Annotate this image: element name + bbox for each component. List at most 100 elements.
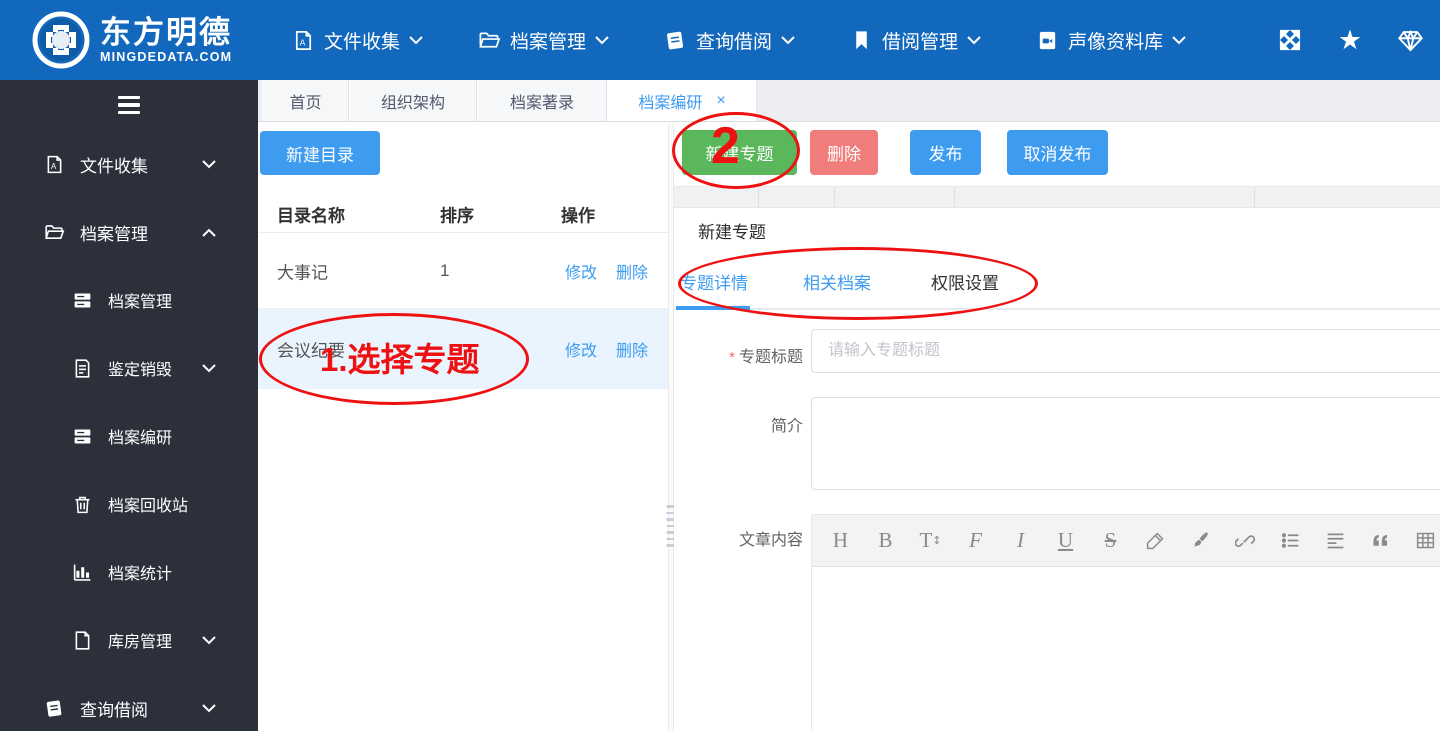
nav-item-label: 档案管理 <box>510 31 587 53</box>
sidebar-item-label: 库房管理 <box>108 634 173 651</box>
sidebar-subitem-archive-compilation[interactable]: 档案编研 <box>0 402 258 470</box>
archive-stack-icon <box>74 429 91 443</box>
sidebar-subitem-archive-management[interactable]: 档案管理 <box>0 266 258 334</box>
tab-permission-settings[interactable]: 权限设置 <box>931 269 999 294</box>
sidebar-subitem-recycle-bin[interactable]: 档案回收站 <box>0 470 258 538</box>
sidebar-subitem-appraisal-destroy[interactable]: 鉴定销毁 <box>0 334 258 402</box>
topic-title-input[interactable] <box>811 329 1440 373</box>
strikethrough-icon[interactable]: S <box>1088 521 1133 561</box>
table-icon[interactable] <box>1403 521 1440 561</box>
chevron-up-icon <box>202 228 216 237</box>
publish-button[interactable]: 发布 <box>910 130 981 175</box>
tab-home[interactable]: 首页 <box>262 80 349 121</box>
intro-label: 简介 <box>770 418 803 435</box>
column-directory-name: 目录名称 <box>277 206 345 225</box>
chevron-down-icon <box>595 35 609 44</box>
bold-icon[interactable]: B <box>863 521 908 561</box>
tab-archive-compilation[interactable]: 档案编研 × <box>607 80 757 121</box>
fullscreen-icon[interactable] <box>1276 26 1304 54</box>
font-family-icon[interactable]: F <box>953 521 998 561</box>
content-label: 文章内容 <box>738 532 803 549</box>
nav-item-archive-management[interactable]: 档案管理 <box>478 27 609 54</box>
chevron-down-icon <box>202 703 216 712</box>
section-title: 新建专题 <box>698 223 766 242</box>
nav-item-av-library[interactable]: 声像资料库 <box>1036 27 1186 54</box>
sidebar-item-label: 档案编研 <box>108 430 173 447</box>
link-icon[interactable] <box>1223 521 1268 561</box>
chevron-down-icon <box>202 159 216 168</box>
top-navbar: 东方明德 MINGDEDATA.COM A 文件收集 档案管理 查询借阅 借阅管… <box>0 0 1440 80</box>
sidebar-subitem-warehouse-management[interactable]: 库房管理 <box>0 606 258 674</box>
tab-topic-details[interactable]: 专题详情 <box>680 269 748 294</box>
table-row-selected[interactable]: 会议纪要 修改 删除 <box>258 309 668 389</box>
sidebar-item-label: 查询借阅 <box>80 700 148 720</box>
close-tab-icon[interactable]: × <box>716 92 725 110</box>
delete-link[interactable]: 删除 <box>616 337 648 361</box>
tab-related-archives[interactable]: 相关档案 <box>803 269 871 294</box>
nav-item-label: 查询借阅 <box>696 31 773 53</box>
create-topic-button[interactable]: 新建专题 <box>682 130 797 175</box>
topic-title-label: * 专题标题 <box>729 349 803 366</box>
sidebar-collapse-toggle[interactable] <box>0 80 258 130</box>
editor-content[interactable] <box>812 567 1440 731</box>
unpublish-button[interactable]: 取消发布 <box>1007 130 1108 175</box>
chevron-down-icon <box>967 35 981 44</box>
nav-item-query-borrow[interactable]: 查询借阅 <box>664 27 795 54</box>
column-operations: 操作 <box>561 206 595 225</box>
sidebar-subitem-archive-statistics[interactable]: 档案统计 <box>0 538 258 606</box>
sidebar-item-archive-management[interactable]: 档案管理 <box>0 198 258 266</box>
sidebar-item-file-collection[interactable]: A 文件收集 <box>0 130 258 198</box>
nav-item-label: 借阅管理 <box>882 31 959 53</box>
bullet-list-icon[interactable] <box>1268 521 1313 561</box>
nav-item-file-collection[interactable]: A 文件收集 <box>292 27 423 54</box>
sidebar: A 文件收集 档案管理 档案管理 鉴定销毁 档案编研 档案回收站 档案统计 库房… <box>0 80 258 731</box>
highlight-pen-icon[interactable] <box>1133 521 1178 561</box>
page-tab-bar: 首页 组织架构 档案著录 档案编研 × <box>258 80 1440 122</box>
document-lines-icon <box>75 358 90 378</box>
brand-logo: 东方明德 MINGDEDATA.COM <box>0 11 258 69</box>
rich-text-editor: H B T ↕ F I U S <box>811 514 1440 731</box>
edit-link[interactable]: 修改 <box>565 259 597 283</box>
sidebar-item-label: 档案管理 <box>80 224 148 244</box>
color-brush-icon[interactable] <box>1178 521 1223 561</box>
required-asterisk: * <box>729 349 735 366</box>
italic-icon[interactable]: I <box>998 521 1043 561</box>
row-name: 大事记 <box>277 263 328 282</box>
intro-textarea[interactable] <box>811 397 1440 490</box>
sidebar-item-label: 档案回收站 <box>108 498 189 515</box>
trash-icon <box>75 496 90 513</box>
nav-item-borrow-management[interactable]: 借阅管理 <box>850 27 981 54</box>
table-row[interactable]: 大事记 1 修改 删除 <box>258 233 668 309</box>
navbar-tools: ★ <box>1276 26 1440 54</box>
catalog-panel: 新建目录 目录名称 排序 操作 大事记 1 修改 删除 会议纪要 修改 删除 <box>258 123 668 731</box>
column-sort: 排序 <box>440 206 474 225</box>
font-size-icon[interactable]: T ↕ <box>908 521 953 561</box>
catalog-table-header: 目录名称 排序 操作 <box>258 195 668 233</box>
blockquote-icon[interactable] <box>1358 521 1403 561</box>
nav-item-label: 声像资料库 <box>1068 31 1164 53</box>
edit-link[interactable]: 修改 <box>565 337 597 361</box>
detail-tabs: 专题详情 相关档案 权限设置 <box>674 251 1440 310</box>
chevron-down-icon <box>781 35 795 44</box>
brand-subtitle: MINGDEDATA.COM <box>100 50 233 64</box>
document-icon: A <box>47 155 62 173</box>
tab-org-structure[interactable]: 组织架构 <box>349 80 477 121</box>
heading-icon[interactable]: H <box>818 521 863 561</box>
folder-icon <box>479 31 501 48</box>
active-tab-underline <box>676 306 750 310</box>
delete-topic-button[interactable]: 删除 <box>810 130 878 175</box>
align-icon[interactable] <box>1313 521 1358 561</box>
gem-icon[interactable] <box>1396 26 1424 54</box>
chevron-down-icon <box>409 35 423 44</box>
star-icon[interactable]: ★ <box>1336 26 1364 54</box>
chevron-down-icon <box>1172 35 1186 44</box>
sidebar-item-label: 文件收集 <box>80 156 148 176</box>
brand-title: 东方明德 <box>100 15 232 50</box>
sidebar-item-query-borrow[interactable]: 查询借阅 <box>0 674 258 731</box>
book-icon <box>46 700 62 717</box>
underline-icon[interactable]: U <box>1043 521 1088 561</box>
tab-archive-description[interactable]: 档案著录 <box>477 80 607 121</box>
delete-link[interactable]: 删除 <box>616 259 648 283</box>
book-icon <box>667 31 684 49</box>
new-directory-button[interactable]: 新建目录 <box>260 131 380 175</box>
